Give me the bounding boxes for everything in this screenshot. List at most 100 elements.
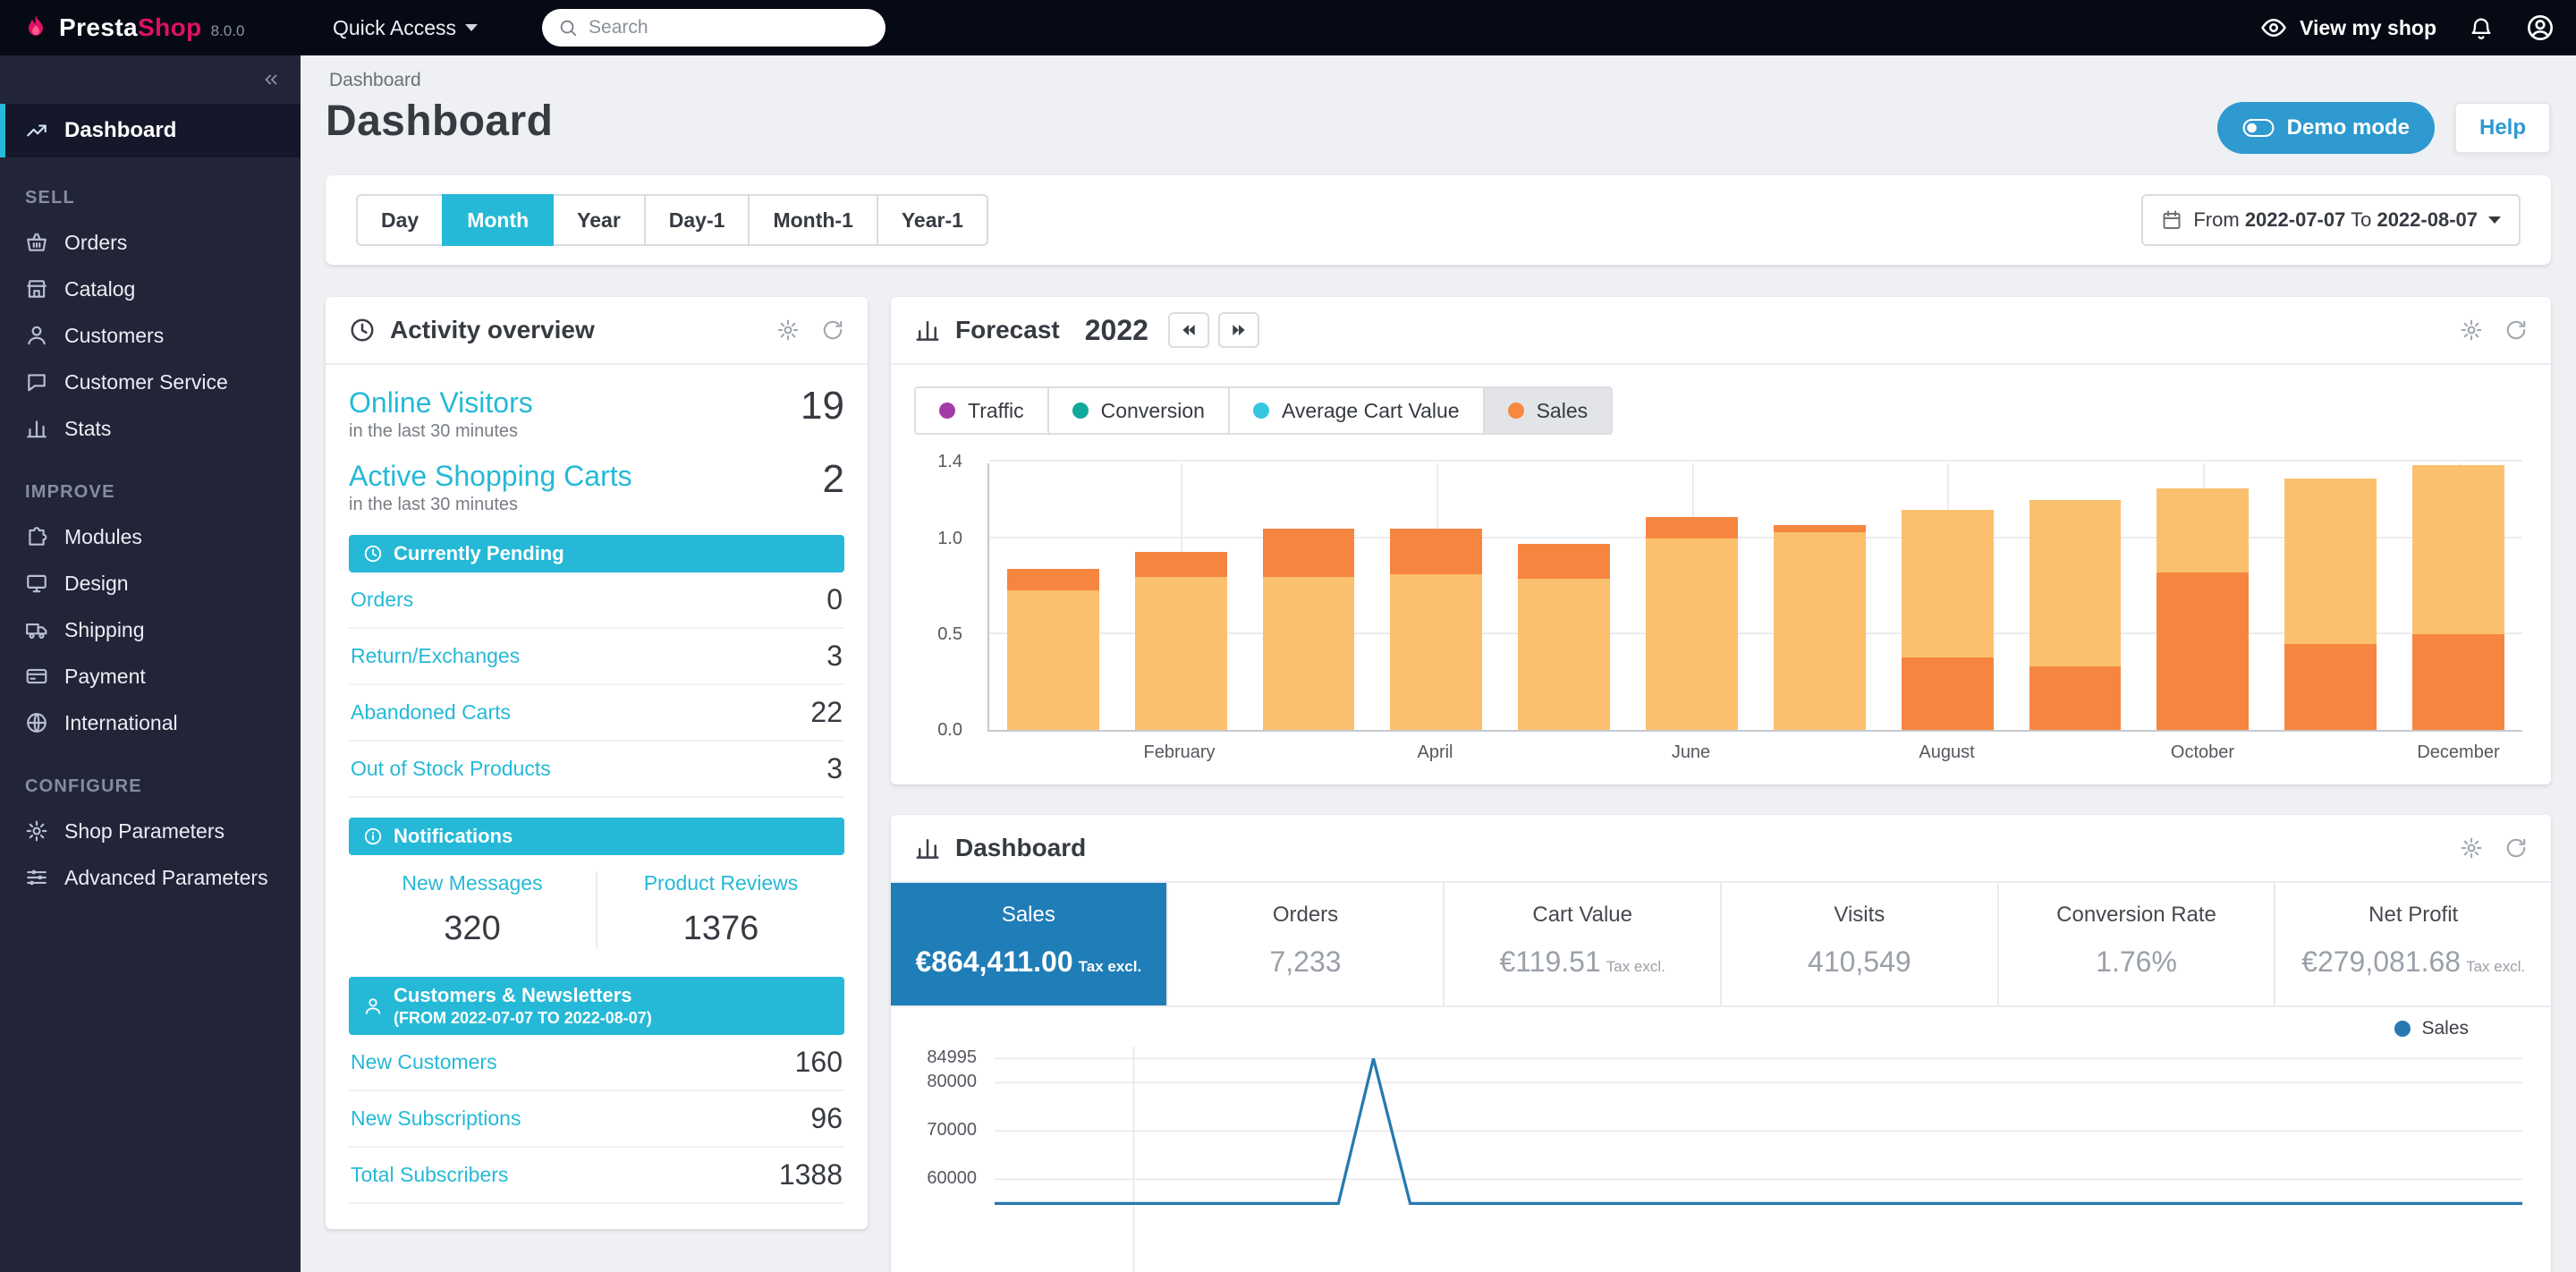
- panel-title: Forecast: [955, 316, 1060, 343]
- bar-chart-icon: [25, 417, 48, 440]
- metric-orders[interactable]: Orders 7,233: [1168, 883, 1445, 1005]
- version-label: 8.0.0: [210, 22, 245, 39]
- double-chevron-left-icon[interactable]: [261, 70, 281, 89]
- sidebar-sections: SELL Orders Catalog Customers Customer Servi…: [0, 188, 301, 901]
- tab-sales[interactable]: Sales: [1482, 386, 1614, 435]
- customers-row-total-subscribers: Total Subscribers 1388: [349, 1148, 844, 1204]
- sidebar-item-customer-service[interactable]: Customer Service: [0, 359, 301, 405]
- toggle-icon: [2242, 118, 2275, 138]
- average-cart-value-dot-icon: [1252, 403, 1269, 419]
- forecast-x-tick: [1243, 742, 1371, 763]
- date-range-picker[interactable]: From 2022-07-07 To 2022-08-07: [2141, 194, 2521, 246]
- sidebar-item-shop-parameters[interactable]: Shop Parameters: [0, 808, 301, 854]
- forecast-x-tick: [2267, 742, 2394, 763]
- topbar-actions: View my shop: [2260, 13, 2555, 42]
- sidebar-item-dashboard[interactable]: Dashboard: [0, 104, 301, 157]
- period-year-1-button[interactable]: Year-1: [876, 194, 988, 246]
- view-my-shop-link[interactable]: View my shop: [2260, 14, 2436, 41]
- help-button[interactable]: Help: [2453, 102, 2551, 154]
- forecast-y-tick: 0.0: [937, 720, 962, 740]
- chevron-down-icon: [465, 24, 479, 31]
- forecast-slot-november: [2267, 463, 2394, 730]
- product-reviews-col: Product Reviews 1376: [596, 871, 844, 948]
- period-button-group: Day Month Year Day-1 Month-1 Year-1: [356, 194, 988, 246]
- sidebar-item-stats[interactable]: Stats: [0, 405, 301, 452]
- period-day-button[interactable]: Day: [356, 194, 445, 246]
- new-subscriptions-link[interactable]: New Subscriptions: [351, 1107, 521, 1131]
- page-header: Dashboard Demo mode Help: [326, 97, 2551, 154]
- prestashop-logo[interactable]: PrestaShop 8.0.0: [21, 13, 301, 42]
- refresh-icon[interactable]: [2504, 836, 2528, 860]
- metric-visits[interactable]: Visits 410,549: [1722, 883, 1999, 1005]
- line-y-tick: 70000: [927, 1120, 977, 1141]
- activity-panel-header: Activity overview: [326, 297, 868, 365]
- sidebar-item-label: Modules: [64, 524, 142, 548]
- total-subscribers-link[interactable]: Total Subscribers: [351, 1163, 508, 1187]
- gear-icon[interactable]: [776, 318, 800, 342]
- gear-icon[interactable]: [2460, 318, 2483, 342]
- quick-access-label: Quick Access: [333, 15, 457, 39]
- new-messages-link[interactable]: New Messages: [349, 871, 596, 895]
- gear-icon[interactable]: [2460, 836, 2483, 860]
- period-year-button[interactable]: Year: [552, 194, 646, 246]
- metric-cart-value[interactable]: Cart Value €119.51 Tax excl.: [1445, 883, 1723, 1005]
- sidebar-item-label: Orders: [64, 230, 128, 254]
- sidebar-item-shipping[interactable]: Shipping: [0, 606, 301, 653]
- period-month-button[interactable]: Month: [442, 194, 555, 246]
- refresh-icon[interactable]: [821, 318, 844, 342]
- line-y-tick: 60000: [927, 1168, 977, 1189]
- bell-icon[interactable]: [2469, 15, 2494, 40]
- tab-average-cart-value[interactable]: Average Cart Value: [1227, 386, 1485, 435]
- abandoned-carts-link[interactable]: Abandoned Carts: [351, 700, 511, 725]
- forecast-x-axis: February April June August October December: [987, 742, 2522, 763]
- sidebar-item-customers[interactable]: Customers: [0, 312, 301, 359]
- pending-row-out-of-stock: Out of Stock Products 3: [349, 742, 844, 798]
- active-carts-link[interactable]: Active Shopping Carts: [349, 460, 632, 493]
- sidebar-item-international[interactable]: International: [0, 700, 301, 746]
- period-month-1-button[interactable]: Month-1: [748, 194, 878, 246]
- sidebar-item-payment[interactable]: Payment: [0, 653, 301, 700]
- legend-label: Sales: [2421, 1018, 2469, 1039]
- skip-forward-icon[interactable]: [1217, 312, 1259, 348]
- forecast-x-tick: [2011, 742, 2139, 763]
- tab-conversion[interactable]: Conversion: [1046, 386, 1230, 435]
- dashboard-panel: Dashboard Sales €864,411.00 Tax excl. Ord…: [891, 815, 2551, 1272]
- forecast-slot-december: [2394, 463, 2522, 730]
- product-reviews-link[interactable]: Product Reviews: [597, 871, 844, 895]
- metric-conversion-rate[interactable]: Conversion Rate 1.76%: [1999, 883, 2276, 1005]
- refresh-icon[interactable]: [2504, 318, 2528, 342]
- dashboard-panel-header: Dashboard: [891, 815, 2551, 883]
- view-my-shop-label: View my shop: [2300, 15, 2436, 39]
- tab-traffic[interactable]: Traffic: [914, 386, 1049, 435]
- date-range-text: From 2022-07-07 To 2022-08-07: [2193, 208, 2478, 231]
- returns-link[interactable]: Return/Exchanges: [351, 644, 520, 668]
- bar-chart-icon: [914, 317, 941, 343]
- out-of-stock-link[interactable]: Out of Stock Products: [351, 757, 551, 781]
- sidebar-item-modules[interactable]: Modules: [0, 513, 301, 560]
- search-icon: [558, 18, 578, 38]
- sidebar-item-design[interactable]: Design: [0, 560, 301, 606]
- skip-back-icon[interactable]: [1167, 312, 1209, 348]
- new-customers-link[interactable]: New Customers: [351, 1050, 497, 1074]
- chevron-down-icon: [2488, 216, 2501, 224]
- forecast-panel-header: Forecast 2022: [891, 297, 2551, 365]
- demo-mode-button[interactable]: Demo mode: [2216, 102, 2435, 154]
- orders-link[interactable]: Orders: [351, 588, 413, 612]
- conversion-dot-icon: [1072, 403, 1089, 419]
- sidebar-item-orders[interactable]: Orders: [0, 219, 301, 266]
- metric-sales[interactable]: Sales €864,411.00 Tax excl.: [891, 883, 1168, 1005]
- forecast-slot-march: [1245, 463, 1373, 730]
- chart-legend[interactable]: Sales: [995, 1007, 2522, 1047]
- user-circle-icon[interactable]: [2526, 13, 2555, 42]
- sidebar-item-label: Customer Service: [64, 369, 228, 394]
- forecast-slot-august: [1884, 463, 2012, 730]
- forecast-slot-april: [1372, 463, 1500, 730]
- period-day-1-button[interactable]: Day-1: [643, 194, 750, 246]
- sidebar-item-advanced-parameters[interactable]: Advanced Parameters: [0, 854, 301, 901]
- activity-overview-panel: Activity overview Online Visitors in the…: [326, 297, 868, 1229]
- quick-access-dropdown[interactable]: Quick Access: [333, 15, 479, 40]
- metric-net-profit[interactable]: Net Profit €279,081.68 Tax excl.: [2275, 883, 2551, 1005]
- online-visitors-link[interactable]: Online Visitors: [349, 386, 533, 420]
- sidebar-item-catalog[interactable]: Catalog: [0, 266, 301, 312]
- search-input[interactable]: [589, 17, 870, 38]
